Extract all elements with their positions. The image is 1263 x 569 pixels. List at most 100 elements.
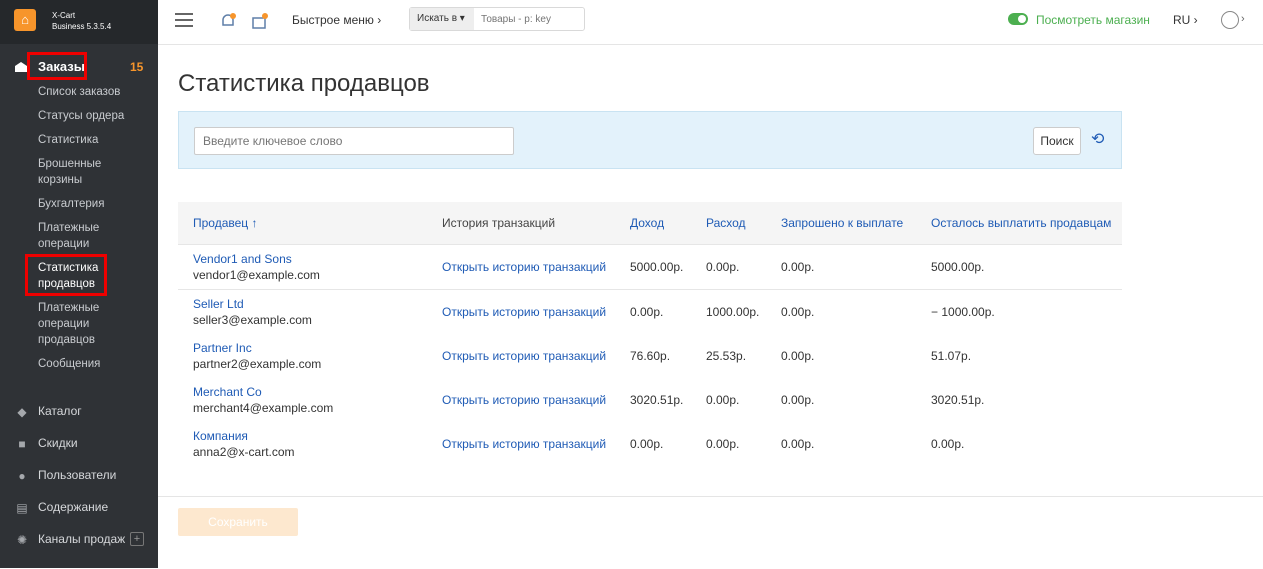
hamburger-menu-icon[interactable] [175, 13, 193, 27]
remaining-value: − 1000.00р. [931, 305, 995, 319]
table-row: Vendor1 and Sons vendor1@example.com Отк… [178, 245, 1122, 290]
income-value: 3020.51р. [630, 393, 684, 407]
view-store-link[interactable]: Посмотреть магазин [1036, 13, 1150, 27]
marketplace-icon[interactable] [250, 11, 270, 31]
remaining-value: 3020.51р. [931, 393, 985, 407]
requested-value: 0.00р. [781, 437, 815, 451]
keyword-input[interactable] [194, 127, 514, 155]
sidebar-item-content[interactable]: ▤ Содержание [0, 497, 158, 519]
search-panel: Поиск ⟲ [178, 111, 1122, 169]
quick-menu-label: Быстрое меню [292, 13, 374, 27]
remaining-value: 51.07р. [931, 349, 972, 363]
gift-icon: ■ [18, 437, 26, 451]
content-icon: ▤ [16, 501, 28, 515]
requested-value: 0.00р. [781, 260, 815, 274]
app-version: Business 5.3.5.4 [52, 22, 112, 31]
sidebar-item-discounts-label: Скидки [38, 436, 78, 450]
history-link[interactable]: Открыть историю транзакций [442, 393, 606, 407]
chevron-right-icon: › [1241, 13, 1245, 25]
sidebar-subitem-order-list[interactable]: Список заказов [38, 84, 148, 100]
quick-menu[interactable]: Быстрое меню › [292, 13, 381, 27]
sidebar-subitem-statistics[interactable]: Статистика [38, 132, 148, 148]
table-row: Seller Ltd seller3@example.com Открыть и… [178, 290, 1122, 334]
history-link[interactable]: Открыть историю транзакций [442, 260, 606, 274]
vendor-email: merchant4@example.com [193, 401, 334, 415]
store-toggle[interactable] [1008, 13, 1028, 25]
history-link[interactable]: Открыть историю транзакций [442, 437, 606, 451]
history-link[interactable]: Открыть историю транзакций [442, 305, 606, 319]
sidebar-item-users-label: Пользователи [38, 468, 117, 482]
sidebar: ⌂ X-Cart Business 5.3.5.4 Заказы 15 Спис… [0, 0, 158, 568]
vendor-name-link[interactable]: Seller Ltd [193, 297, 244, 311]
xcart-logo-icon: ⌂ [14, 9, 36, 31]
history-link[interactable]: Открыть историю транзакций [442, 349, 606, 363]
col-history: История транзакций [442, 216, 556, 230]
search-scope-select[interactable]: Искать в ▾ [410, 8, 474, 30]
expense-value: 0.00р. [706, 260, 740, 274]
vendor-email: seller3@example.com [193, 313, 312, 327]
app-name-line1: X-Cart [52, 11, 76, 20]
top-bar: Быстрое меню › Искать в ▾ Посмотреть маг… [158, 0, 1263, 45]
col-requested[interactable]: Запрошено к выплате [781, 216, 903, 230]
language-select[interactable]: RU › [1173, 13, 1198, 27]
remaining-value: 0.00р. [931, 437, 965, 451]
global-search: Искать в ▾ [409, 7, 585, 31]
user-avatar-icon[interactable] [1221, 11, 1239, 29]
sidebar-item-content-label: Содержание [38, 500, 109, 514]
sidebar-subitem-payment-transactions[interactable]: Платежные операции [38, 220, 113, 252]
language-label: RU [1173, 13, 1191, 27]
vendor-email: anna2@x-cart.com [193, 445, 295, 459]
sidebar-subitem-vendor-payments[interactable]: Платежные операции продавцов [38, 300, 113, 348]
sidebar-item-discounts[interactable]: ■ Скидки [0, 433, 158, 455]
save-button[interactable]: Сохранить [178, 508, 298, 536]
sticky-footer: Сохранить [158, 496, 1263, 569]
expand-plus-icon[interactable]: + [130, 532, 144, 546]
global-search-input[interactable] [475, 8, 583, 30]
highlight-vendor-statistics [25, 254, 107, 296]
app-name: X-Cart Business 5.3.5.4 [52, 10, 111, 32]
income-value: 0.00р. [630, 305, 664, 319]
expense-value: 1000.00р. [706, 305, 760, 319]
search-scope-label: Искать в [417, 13, 458, 24]
brand[interactable]: ⌂ X-Cart Business 5.3.5.4 [0, 0, 158, 44]
vendor-name-link[interactable]: Partner Inc [193, 341, 252, 355]
vendor-stats-table: Продавец ↑ История транзакций Доход Расх… [178, 202, 1122, 466]
expense-value: 25.53р. [706, 349, 747, 363]
sidebar-item-catalog-label: Каталог [38, 404, 82, 418]
sidebar-subitem-order-statuses[interactable]: Статусы ордера [38, 108, 148, 124]
sidebar-subitem-messages[interactable]: Сообщения [38, 356, 148, 372]
col-income[interactable]: Доход [630, 216, 664, 230]
sidebar-subitem-abandoned-carts[interactable]: Брошенные корзины [38, 156, 113, 188]
requested-value: 0.00р. [781, 305, 815, 319]
requested-value: 0.00р. [781, 393, 815, 407]
col-vendor-sort[interactable]: Продавец ↑ [193, 216, 258, 230]
bell-notification-icon[interactable] [218, 11, 238, 31]
page-title: Статистика продавцов [178, 70, 430, 97]
table-row: Компания anna2@x-cart.com Открыть истори… [178, 422, 1122, 466]
income-value: 76.60р. [630, 349, 671, 363]
income-value: 5000.00р. [630, 260, 684, 274]
tag-icon: ◆ [17, 405, 27, 419]
sales-channels-icon: ✺ [16, 533, 28, 547]
orders-icon [15, 62, 27, 72]
orders-count-badge: 15 [130, 60, 144, 74]
sidebar-item-catalog[interactable]: ◆ Каталог [0, 401, 158, 423]
search-button[interactable]: Поиск [1033, 127, 1081, 155]
vendor-name-link[interactable]: Vendor1 and Sons [193, 252, 292, 266]
sidebar-item-users[interactable]: ● Пользователи [0, 465, 158, 487]
remaining-value: 5000.00р. [931, 260, 985, 274]
table-row: Merchant Co merchant4@example.com Открыт… [178, 378, 1122, 422]
col-expense[interactable]: Расход [706, 216, 746, 230]
vendor-email: vendor1@example.com [193, 268, 320, 282]
vendor-name-link[interactable]: Merchant Co [193, 385, 262, 399]
sidebar-item-sales-channels[interactable]: ✺ Каналы продаж + [0, 529, 158, 551]
vendor-email: partner2@example.com [193, 357, 322, 371]
vendor-name-link[interactable]: Компания [193, 429, 248, 443]
clear-filter-icon[interactable]: ⟲ [1091, 130, 1111, 150]
requested-value: 0.00р. [781, 349, 815, 363]
table-row: Partner Inc partner2@example.com Открыть… [178, 334, 1122, 378]
users-icon: ● [18, 469, 26, 483]
expense-value: 0.00р. [706, 393, 740, 407]
col-remaining[interactable]: Осталось выплатить продавцам [931, 216, 1111, 230]
sidebar-subitem-accounting[interactable]: Бухгалтерия [38, 196, 148, 212]
